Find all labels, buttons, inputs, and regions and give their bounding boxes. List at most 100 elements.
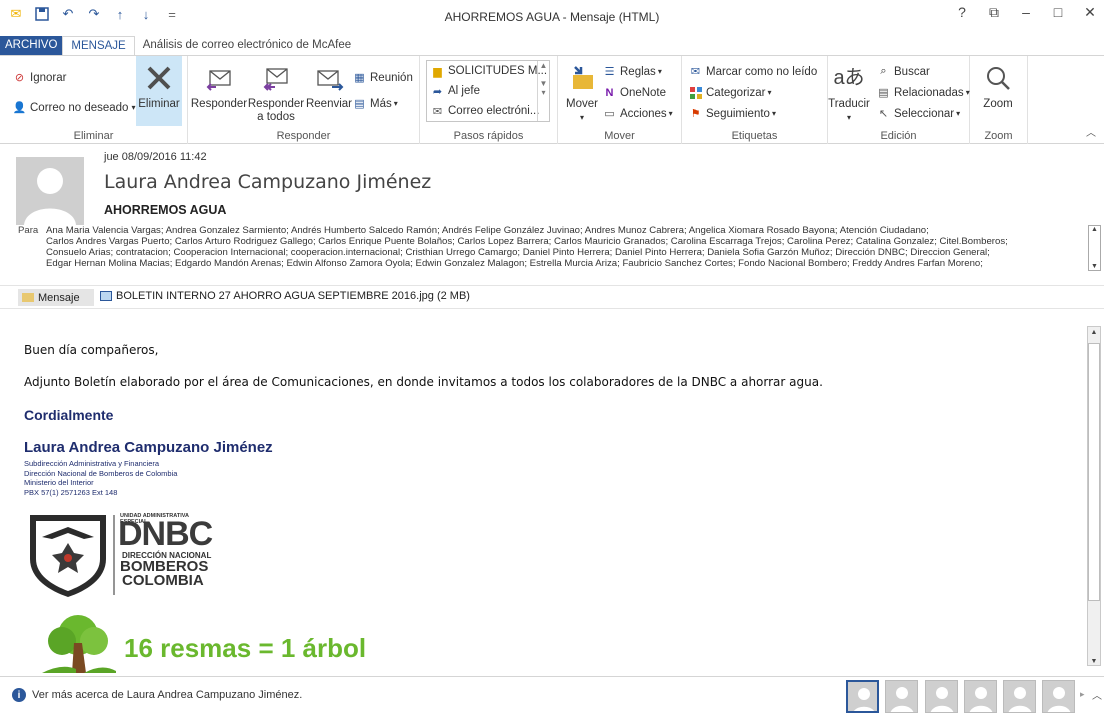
ignore-button[interactable]: ⊘ Ignorar [12,70,67,85]
translate-button[interactable]: aあ Traducir ▾ [828,62,870,124]
quickstep-correo[interactable]: ✉ Correo electróni... [427,101,549,121]
select-button[interactable]: ↖ Seleccionar ▾ [876,106,960,121]
signature-name: Laura Andrea Campuzano Jiménez [24,439,273,456]
people-avatar[interactable] [964,680,997,713]
people-avatar[interactable] [925,680,958,713]
mark-unread-button[interactable]: ✉ Marcar como no leído [688,64,817,79]
minimize-button[interactable]: – [1018,4,1034,21]
tab-mcafee[interactable]: Análisis de correo electrónico de McAfee [135,36,359,56]
people-avatar[interactable] [885,680,918,713]
dnbc-logo: UNIDAD ADMINISTRATIVA ESPECIAL DNBC DIRE… [26,507,216,597]
group-label: Responder [276,130,331,142]
scroll-up-icon[interactable]: ▲ [1088,327,1100,339]
people-avatar[interactable] [846,680,879,713]
group-label: Zoom [984,130,1013,142]
closing-text: Cordialmente [24,407,114,423]
expand-people-pane-icon[interactable]: ︿ [1092,687,1102,702]
message-tab[interactable]: Mensaje [18,289,94,306]
junk-button[interactable]: 👤 Correo no deseado ▾ [12,100,136,115]
chevron-down-icon: ▾ [956,109,961,118]
reply-all-icon [260,62,292,94]
envelope-icon: ✉ [690,66,701,78]
scrollbar-thumb[interactable] [1088,343,1100,601]
more-respond-button[interactable]: ▤ Más ▾ [352,96,398,111]
related-button[interactable]: ▤ Relacionadas ▾ [876,85,969,100]
delete-button[interactable]: Eliminar [136,56,182,126]
actions-button[interactable]: ▭ Acciones ▾ [602,106,672,121]
attachment-item[interactable]: BOLETIN INTERNO 27 AHORRO AGUA SEPTIEMBR… [100,290,470,302]
meeting-button[interactable]: ▦ Reunión [352,70,413,85]
people-avatar[interactable] [1003,680,1036,713]
quickstep-solicitudes[interactable]: ▆ SOLICITUDES M... [427,61,549,81]
junk-icon: 👤 [12,102,27,114]
quickstep-al-jefe[interactable]: ➦ Al jefe [427,81,549,101]
chevron-down-icon: ▾ [657,67,662,76]
maximize-button[interactable]: □ [1050,4,1066,21]
group-edicion: aあ Traducir ▾ ⌕ Buscar ▤ Relacionadas ▾ … [828,56,970,144]
recipients-line[interactable]: Carlos Andres Vargas Puerto; Carlos Artu… [46,236,1076,247]
logo-line3: COLOMBIA [122,572,204,589]
group-label: Eliminar [73,130,114,142]
sender-name[interactable]: Laura Andrea Campuzano Jiménez [104,171,431,193]
categorize-icon [688,85,703,100]
body-paragraph: Adjunto Boletín elaborado por el área de… [24,375,823,389]
more-about-link[interactable]: i Ver más acerca de Laura Andrea Campuza… [12,688,302,702]
followup-button[interactable]: ⚑ Seguimiento ▾ [688,106,776,121]
folder-icon: ▆ [433,65,442,78]
quick-steps-gallery: ▆ SOLICITUDES M... ➦ Al jefe ✉ Correo el… [426,60,550,122]
group-label: Edición [880,130,917,142]
reply-button[interactable]: Responder [191,62,247,111]
translate-icon: aあ [833,66,865,89]
find-button[interactable]: ⌕ Buscar [876,64,929,79]
ribbon-tabs: ARCHIVO MENSAJE Análisis de correo elect… [0,36,1104,56]
tab-mensaje[interactable]: MENSAJE [62,36,135,56]
sender-avatar[interactable] [16,157,84,225]
body-scrollbar[interactable]: ▲ ▼ [1087,326,1101,666]
forward-button[interactable]: Reenviar [304,62,354,111]
group-eliminar: ⊘ Ignorar 👤 Correo no deseado ▾ Eliminar… [0,56,188,144]
reply-icon [203,62,235,94]
rules-button[interactable]: ☰ Reglas ▾ [602,64,662,79]
zoom-button[interactable]: Zoom [978,62,1018,111]
chevron-down-icon: ▾ [393,99,398,108]
sent-date: jue 08/09/2016 11:42 [104,151,207,163]
recipients-scrollbar[interactable]: ▲ ▼ [1088,225,1101,271]
next-arrow-icon[interactable]: ▸ [1080,689,1085,700]
move-button[interactable]: Mover ▾ [562,62,602,124]
close-button[interactable]: ✕ [1082,4,1098,21]
ribbon-display-button[interactable]: ⧉ [986,4,1002,21]
mail-outline-icon: ✉ [432,105,443,118]
logo-dnbc-text: DNBC [118,515,213,553]
tab-archivo[interactable]: ARCHIVO [0,36,63,56]
flag-icon: ⚑ [690,108,701,120]
tree-icon [42,615,116,673]
calendar-icon: ▦ [354,72,365,84]
image-file-icon [100,291,112,301]
quick-steps-scrollbar[interactable]: ▲ ▼ ▾ [537,61,549,121]
scroll-down-icon[interactable]: ▼ [1089,263,1100,270]
help-button[interactable]: ? [954,4,970,21]
binoculars-icon: ⌕ [880,65,887,77]
collapse-ribbon-icon[interactable]: ︿ [1086,124,1096,139]
reply-all-button[interactable]: Responder a todos [248,62,304,124]
onenote-button[interactable]: N OneNote [602,85,667,100]
message-subject: AHORREMOS AGUA [104,203,227,217]
recipients-line[interactable]: Ana Maria Valencia Vargas; Andrea Gonzal… [46,225,1076,236]
onenote-icon: N [605,86,614,99]
move-folder-icon [566,62,598,94]
scroll-down-icon[interactable]: ▼ [1088,658,1100,665]
recipients-line[interactable]: Edgar Hernan Molina Macias; Edgardo Mand… [46,258,1076,269]
envelope-icon [22,293,34,302]
greeting-text: Buen día compañeros, [24,343,159,357]
recipients-line[interactable]: Consuelo Arias; contratacion; Cooperacio… [46,247,1076,258]
chevron-down-icon: ▾ [846,113,851,122]
people-avatar[interactable] [1042,680,1075,713]
magnifier-icon [982,62,1014,94]
message-header: jue 08/09/2016 11:42 Laura Andrea Campuz… [0,145,1104,285]
categorize-button[interactable]: Categorizar ▾ [688,85,771,100]
scroll-up-icon[interactable]: ▲ [1089,226,1100,233]
group-label: Etiquetas [731,130,778,142]
forward-mail-icon: ➦ [432,85,443,98]
window-title: AHORREMOS AGUA - Mensaje (HTML) [444,10,660,24]
actions-icon: ▭ [604,108,615,120]
